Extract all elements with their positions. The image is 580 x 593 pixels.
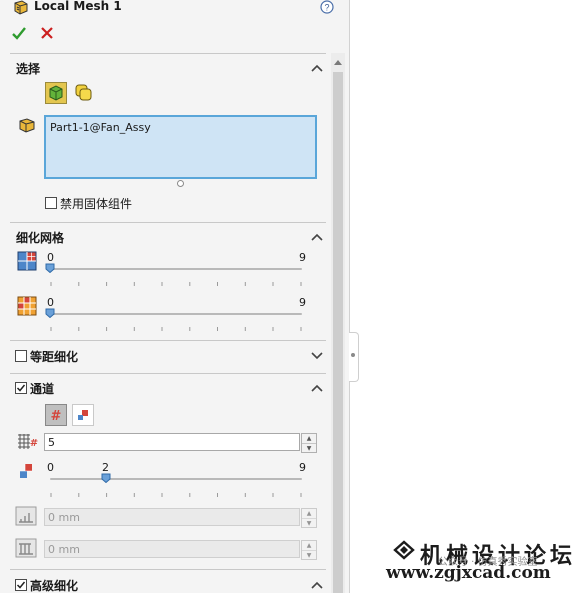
component-cube-icon: [49, 85, 63, 101]
cells-across-channel-input[interactable]: 5: [44, 433, 300, 451]
channel-slider-thumb[interactable]: [101, 473, 111, 483]
selected-components-icon: [19, 118, 35, 133]
section-title-refine-mesh: 细化网格: [16, 231, 65, 245]
channel-refine-toggle[interactable]: [72, 404, 94, 426]
refine-slider2-track[interactable]: [50, 313, 302, 315]
checkmark-icon: [16, 384, 26, 392]
channel-refinement-level-icon: [20, 464, 32, 478]
min-channel-height-spinner[interactable]: ▲ ▼: [301, 508, 317, 528]
spin-down-icon[interactable]: ▼: [302, 551, 316, 560]
cells-across-channel-spinner[interactable]: ▲ ▼: [301, 433, 317, 453]
refine-slider2-thumb[interactable]: [45, 308, 55, 318]
spin-up-icon[interactable]: ▲: [302, 541, 316, 551]
spin-down-icon[interactable]: ▼: [302, 519, 316, 528]
watermark-logo-icon: [393, 540, 415, 560]
section-title-equidistant: 等距细化: [30, 350, 79, 364]
header-divider: [10, 53, 326, 54]
collapse-refine-chevron-up-icon[interactable]: [311, 233, 323, 241]
equidistant-divider: [10, 373, 326, 374]
help-icon[interactable]: ?: [320, 0, 334, 14]
local-mesh-feature-icon: [14, 0, 28, 15]
refine-slider2-max-label: 9: [299, 296, 306, 309]
refine-fluid-cells-level-icon: [17, 296, 37, 316]
min-channel-height-input[interactable]: 0 mm: [44, 508, 300, 526]
expand-equidistant-chevron-down-icon[interactable]: [311, 352, 323, 360]
channel-slider-track[interactable]: [50, 478, 302, 480]
listbox-resize-handle[interactable]: [177, 180, 184, 187]
disable-solid-components-label: 禁用固体组件: [60, 197, 133, 211]
grid-refine-icon: [78, 410, 88, 420]
max-channel-height-input[interactable]: 0 mm: [44, 540, 300, 558]
svg-text:#: #: [51, 409, 62, 424]
splitter-grip-dot: [351, 353, 355, 357]
cancel-button[interactable]: [41, 27, 53, 39]
advanced-refinement-checkbox[interactable]: [15, 579, 27, 591]
channel-slider-max-label: 9: [299, 461, 306, 474]
select-components-toggle[interactable]: [45, 82, 67, 104]
cells-across-channel-icon: #: [18, 434, 38, 449]
refine-cells-level-icon: [17, 251, 37, 271]
panel-title: Local Mesh 1: [34, 0, 122, 13]
selected-item[interactable]: Part1-1@Fan_Assy: [50, 121, 151, 134]
section-title-channel: 通道: [30, 382, 55, 396]
property-manager-panel: Local Mesh 1 ? 选择 Part1-1@Fan_Assy 禁用固体组…: [0, 0, 350, 593]
select-faces-toggle[interactable]: [72, 82, 92, 102]
channel-slider-ticks: [50, 493, 302, 497]
min-channel-height-icon: [15, 506, 37, 526]
spin-up-icon[interactable]: ▲: [302, 434, 316, 444]
watermark-url: www.zgjxcad.com: [386, 563, 551, 583]
hash-icon: #: [51, 409, 62, 424]
collapse-channel-chevron-up-icon[interactable]: [311, 384, 323, 392]
svg-text:#: #: [30, 438, 38, 449]
refine-slider1-thumb[interactable]: [45, 263, 55, 273]
refine-slider1-max-label: 9: [299, 251, 306, 264]
vertical-scrollbar-thumb[interactable]: [333, 72, 343, 593]
spin-up-icon[interactable]: ▲: [302, 509, 316, 519]
panel-splitter-handle[interactable]: [349, 332, 359, 382]
refine-slider2-ticks: [50, 327, 302, 331]
refine-slider1-track[interactable]: [50, 268, 302, 270]
refine-slider1-ticks: [50, 282, 302, 286]
channel-cell-count-toggle[interactable]: #: [45, 404, 67, 426]
equidistant-refinement-checkbox[interactable]: [15, 350, 27, 362]
refine-divider: [10, 340, 326, 341]
max-channel-height-icon: [15, 538, 37, 558]
collapse-advanced-chevron-up-icon[interactable]: [311, 581, 323, 589]
selection-listbox[interactable]: Part1-1@Fan_Assy: [44, 115, 317, 179]
ok-button[interactable]: [12, 27, 26, 40]
section-title-selection: 选择: [16, 62, 41, 76]
section-title-advanced: 高级细化: [30, 579, 79, 593]
spin-down-icon[interactable]: ▼: [302, 444, 316, 453]
selection-divider: [10, 222, 326, 223]
disable-solid-components-checkbox[interactable]: [45, 197, 57, 209]
svg-text:?: ?: [324, 3, 329, 13]
faces-icon: [75, 84, 92, 101]
collapse-selection-chevron-up-icon[interactable]: [311, 64, 323, 72]
channel-slider-min-label: 0: [47, 461, 54, 474]
scroll-up-arrow-icon[interactable]: [333, 58, 343, 66]
channel-checkbox[interactable]: [15, 382, 27, 394]
channel-divider: [10, 569, 326, 570]
max-channel-height-spinner[interactable]: ▲ ▼: [301, 540, 317, 560]
checkmark-icon: [16, 581, 26, 589]
